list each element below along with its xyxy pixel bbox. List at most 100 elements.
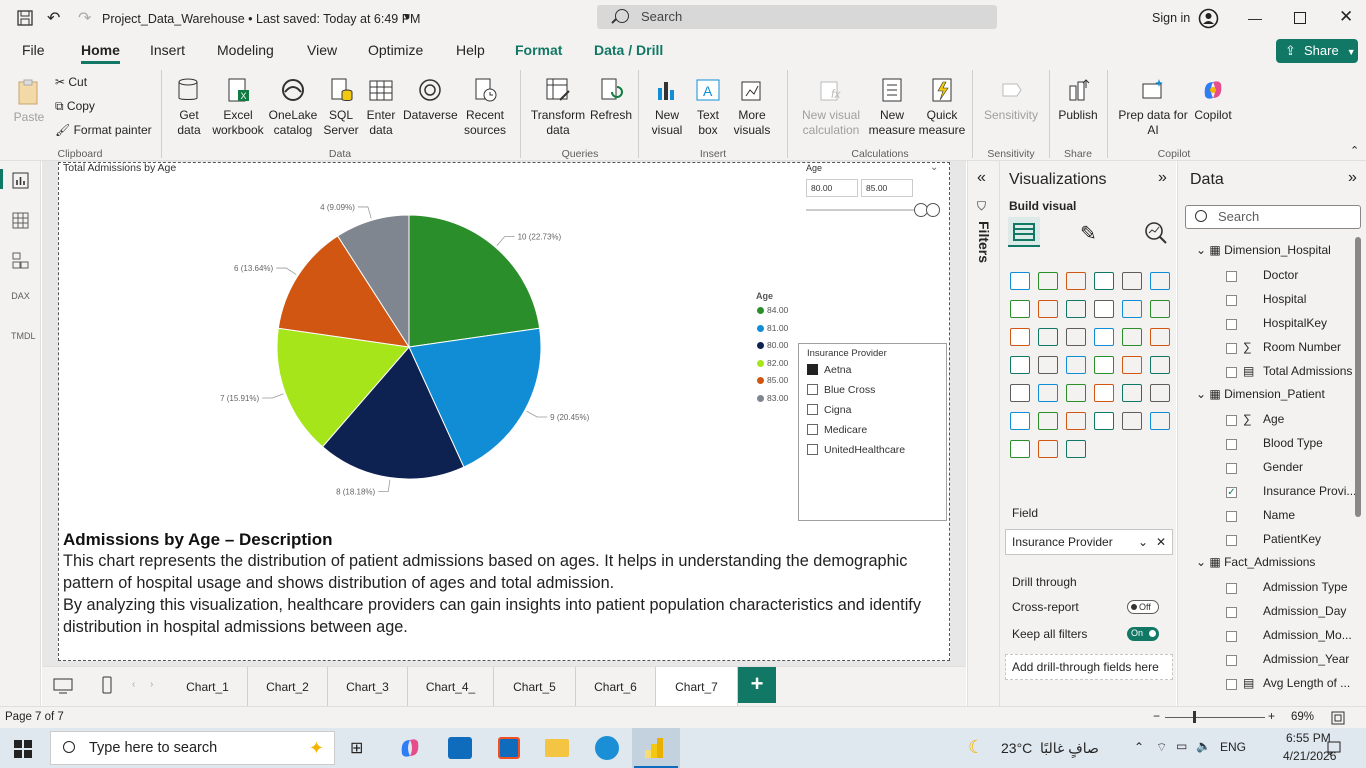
visual-type-icon[interactable] xyxy=(1094,412,1114,430)
taskbar-search-input[interactable]: Type here to search ✦ xyxy=(50,731,335,765)
clock-time[interactable]: 6:55 PM xyxy=(1286,731,1331,745)
tab-chart-5[interactable]: Chart_5 xyxy=(494,667,576,707)
visual-type-icon[interactable] xyxy=(1066,384,1086,402)
legend-item[interactable]: 80.00 xyxy=(757,340,788,350)
visual-type-icon[interactable] xyxy=(1010,300,1030,318)
field-item[interactable]: Admission Type xyxy=(1263,580,1348,594)
powerbi-taskbar-item[interactable] xyxy=(632,728,680,768)
field-checkbox[interactable] xyxy=(1226,607,1237,618)
fit-to-page-icon[interactable] xyxy=(1331,711,1345,725)
field-item[interactable]: Doctor xyxy=(1263,268,1298,282)
visual-type-icon[interactable] xyxy=(1066,328,1086,346)
visual-type-icon[interactable] xyxy=(1122,384,1142,402)
age-min-input[interactable]: 80.00 xyxy=(806,179,858,197)
field-item[interactable]: Insurance Provi... xyxy=(1263,484,1356,498)
visual-type-icon[interactable] xyxy=(1038,384,1058,402)
slicer-item-blue-cross[interactable]: Blue Cross xyxy=(807,384,875,396)
tab-chart-1[interactable]: Chart_1 xyxy=(168,667,248,707)
field-item[interactable]: Blood Type xyxy=(1263,436,1323,450)
visual-type-icon[interactable] xyxy=(1038,412,1058,430)
analytics-icon[interactable] xyxy=(1144,221,1168,245)
remove-field-icon[interactable]: ✕ xyxy=(1156,530,1166,554)
zoom-out-button[interactable]: − xyxy=(1153,709,1160,723)
field-item[interactable]: Hospital xyxy=(1263,292,1306,306)
visual-type-icon[interactable] xyxy=(1038,356,1058,374)
account-icon[interactable] xyxy=(1198,8,1219,29)
keep-all-filters-toggle[interactable]: On xyxy=(1127,627,1159,641)
field-item[interactable]: Name xyxy=(1263,508,1295,522)
visual-type-icon[interactable] xyxy=(1150,384,1170,402)
visual-type-icon[interactable] xyxy=(1094,384,1114,402)
legend-item[interactable]: 84.00 xyxy=(757,305,788,315)
visual-type-icon[interactable] xyxy=(1150,300,1170,318)
checkbox[interactable] xyxy=(807,424,818,435)
field-checkbox[interactable] xyxy=(1226,415,1237,426)
slicer-item-medicare[interactable]: Medicare xyxy=(807,424,867,436)
visual-type-icon[interactable] xyxy=(1150,328,1170,346)
scrollbar-thumb[interactable] xyxy=(1355,237,1361,517)
prep-data-for-ai-button[interactable]: Prep data for AI xyxy=(1114,76,1192,138)
mobile-layout-icon[interactable] xyxy=(102,676,112,694)
tab-chart-4[interactable]: Chart_4_ xyxy=(408,667,494,707)
visual-type-icon[interactable] xyxy=(1122,412,1142,430)
tab-chart-7[interactable]: Chart_7 xyxy=(656,667,738,707)
tab-chart-2[interactable]: Chart_2 xyxy=(248,667,328,707)
maximize-icon[interactable] xyxy=(1294,12,1306,24)
visual-type-icon[interactable] xyxy=(1010,412,1030,430)
visual-type-icon[interactable] xyxy=(1038,300,1058,318)
zoom-slider-track[interactable] xyxy=(1165,717,1265,718)
visual-type-icon[interactable] xyxy=(1010,384,1030,402)
visual-type-icon[interactable] xyxy=(1066,412,1086,430)
checkbox-checked[interactable] xyxy=(807,364,818,375)
field-checkbox[interactable] xyxy=(1226,679,1237,690)
weather-temp[interactable]: 23°C xyxy=(1001,740,1032,756)
visual-type-icon[interactable] xyxy=(1038,440,1058,458)
outlook-icon[interactable] xyxy=(448,737,472,759)
close-icon[interactable]: ✕ xyxy=(1339,7,1353,27)
edge-icon[interactable] xyxy=(595,736,619,760)
visual-type-icon[interactable] xyxy=(1038,272,1058,290)
chevron-down-icon[interactable]: ⌄ xyxy=(1196,387,1209,401)
field-item[interactable]: ∑ Room Number xyxy=(1243,340,1341,354)
network-icon[interactable]: ⌔ xyxy=(1156,740,1167,755)
copilot-taskbar-icon[interactable] xyxy=(398,736,422,760)
minimize-icon[interactable]: — xyxy=(1248,10,1262,26)
visual-type-icon[interactable] xyxy=(1094,300,1114,318)
visual-type-icon[interactable] xyxy=(1094,272,1114,290)
field-checkbox[interactable] xyxy=(1226,343,1237,354)
field-checkbox[interactable] xyxy=(1226,463,1237,474)
age-range-handle-max[interactable] xyxy=(926,203,940,217)
field-item[interactable]: ▤ Total Admissions xyxy=(1243,364,1352,378)
visual-type-icon[interactable] xyxy=(1150,356,1170,374)
visual-type-icon[interactable] xyxy=(1010,328,1030,346)
store-icon[interactable] xyxy=(498,737,520,759)
data-search-input[interactable]: Search xyxy=(1185,205,1361,229)
legend-item[interactable]: 83.00 xyxy=(757,393,788,403)
field-checkbox[interactable] xyxy=(1226,367,1237,378)
field-item[interactable]: HospitalKey xyxy=(1263,316,1327,330)
language-indicator[interactable]: ENG xyxy=(1220,740,1246,754)
drill-through-drop-zone[interactable]: Add drill-through fields here xyxy=(1005,654,1173,680)
expand-left-icon[interactable]: « xyxy=(977,169,986,187)
slicer-item-aetna[interactable]: Aetna xyxy=(807,364,851,376)
visual-type-icon[interactable] xyxy=(1066,356,1086,374)
chevron-up-icon[interactable]: ⌃ xyxy=(1134,740,1144,754)
cross-report-toggle[interactable]: Off xyxy=(1127,600,1159,614)
filters-pane-collapsed[interactable]: « ⛉ Filters xyxy=(967,161,999,706)
field-checkbox[interactable] xyxy=(1226,583,1237,594)
field-item[interactable]: Admission_Day xyxy=(1263,604,1346,618)
visual-type-icon[interactable] xyxy=(1150,272,1170,290)
field-item[interactable]: Gender xyxy=(1263,460,1303,474)
chevron-left-icon[interactable]: ‹ xyxy=(132,679,135,690)
visual-type-icon[interactable] xyxy=(1122,272,1142,290)
visual-type-icon[interactable] xyxy=(1010,272,1030,290)
publish-button[interactable]: Publish xyxy=(1055,76,1101,123)
visual-type-icon[interactable] xyxy=(1066,440,1086,458)
tab-chart-3[interactable]: Chart_3 xyxy=(328,667,408,707)
visual-type-icon[interactable] xyxy=(1010,440,1030,458)
chevron-down-icon[interactable]: ⌄ xyxy=(1138,530,1148,554)
visual-type-icon[interactable] xyxy=(1066,272,1086,290)
collapse-right-icon[interactable]: » xyxy=(1158,169,1167,187)
tab-chart-6[interactable]: Chart_6 xyxy=(576,667,656,707)
field-checkbox[interactable] xyxy=(1226,319,1237,330)
